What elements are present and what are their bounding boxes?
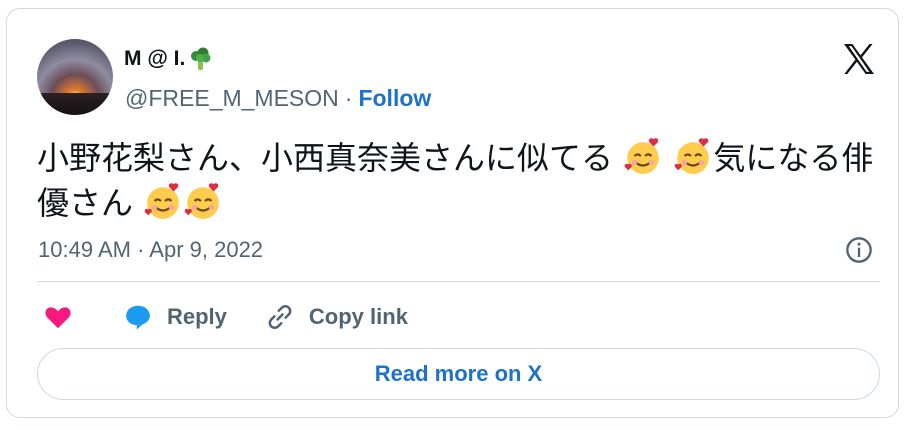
divider: [37, 281, 880, 282]
reply-button[interactable]: Reply: [123, 302, 227, 332]
tweet-text: 小野花梨さん、小西真奈美さんに似てる 気になる俳優さん: [37, 136, 887, 226]
smiling-face-with-hearts-icon: [144, 183, 180, 219]
display-name-row[interactable]: M @ I.: [124, 47, 213, 71]
reply-label: Reply: [167, 304, 227, 329]
info-icon[interactable]: [845, 236, 873, 264]
reply-bubble-icon: [126, 305, 150, 330]
follow-button[interactable]: Follow: [358, 85, 431, 112]
display-name: M @ I.: [124, 47, 186, 70]
smiling-face-with-hearts-icon: [184, 183, 220, 219]
user-handle[interactable]: @FREE_M_MESON: [125, 85, 339, 112]
smiling-face-with-hearts-icon: [624, 138, 660, 174]
copy-link-button[interactable]: Copy link: [265, 302, 408, 332]
read-more-label: Read more on X: [374, 361, 543, 386]
avatar[interactable]: [37, 39, 113, 115]
action-bar: Reply Copy link: [43, 299, 446, 335]
tweet-timestamp[interactable]: 10:49 AM · Apr 9, 2022: [38, 237, 263, 263]
separator-dot: ·: [344, 85, 353, 111]
tweet-card: M @ I. @FREE_M_MESON · Follow 小野花梨さん、小西真…: [6, 8, 899, 418]
broccoli-emoji-icon: [191, 47, 211, 70]
link-icon: [268, 304, 292, 330]
like-button[interactable]: [43, 302, 73, 332]
smiling-face-with-hearts-icon: [674, 138, 710, 174]
copy-link-label: Copy link: [308, 304, 408, 329]
x-logo-icon[interactable]: [841, 41, 877, 77]
handle-row: @FREE_M_MESON · Follow: [125, 85, 431, 112]
read-more-button[interactable]: Read more on X: [37, 348, 880, 400]
heart-icon: [45, 307, 71, 329]
tweet-text-part1: 小野花梨さん、小西真奈美さんに似てる: [37, 139, 614, 177]
